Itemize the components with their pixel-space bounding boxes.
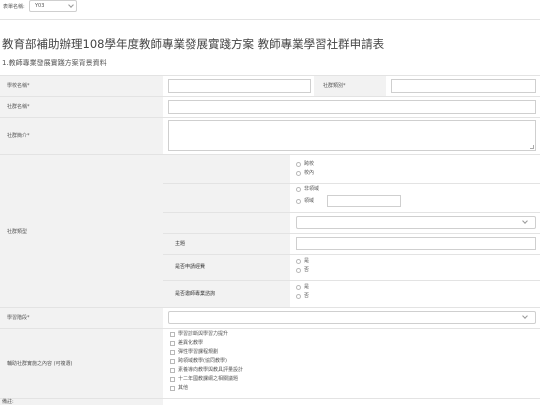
- stage-label: 學習階段*: [7, 315, 30, 321]
- radio-mentor-no[interactable]: [296, 294, 301, 299]
- row-divider: [0, 154, 540, 155]
- checkbox-content-6[interactable]: [170, 377, 175, 382]
- radio-domain-label: 領域: [304, 198, 315, 204]
- radio-funding-yes[interactable]: [296, 259, 301, 264]
- checkbox-content-6-label: 十二年國教課綱之相關議題: [178, 376, 239, 382]
- checkbox-content-4[interactable]: [170, 359, 175, 364]
- checkbox-content-5-label: 素養導向教學與教具評量設計: [178, 367, 244, 373]
- form-name-label: 表單名稱:: [3, 4, 25, 10]
- content-label: 輔助社群實施之內容 (可複選): [7, 361, 73, 367]
- community-category-input[interactable]: [391, 79, 536, 93]
- radio-funding-no[interactable]: [296, 268, 301, 273]
- stage-select[interactable]: [168, 311, 536, 324]
- top-divider: [0, 19, 540, 20]
- community-intro-label: 社群簡介*: [7, 133, 30, 139]
- row-divider: [0, 307, 540, 308]
- community-name-label: 社群名稱*: [7, 104, 30, 110]
- checkbox-content-4-label: 跨領域教學(協同教學): [178, 358, 227, 364]
- checkbox-content-5[interactable]: [170, 368, 175, 373]
- community-type-label: 社群類型: [7, 229, 28, 235]
- row-divider: [163, 233, 540, 234]
- section-title: 1.教師專業發展實踐方案背景資料: [2, 59, 107, 67]
- checkbox-content-7[interactable]: [170, 386, 175, 391]
- page-title: 教育部補助辦理108學年度教師專業發展實踐方案 教師專業學習社群申請表: [2, 37, 385, 51]
- radio-cross-school-label: 跨校: [304, 161, 315, 167]
- checkbox-content-3-label: 彈性學習課程規劃: [178, 349, 219, 355]
- mentor-label: 是否邀師專業諮詢: [175, 291, 216, 297]
- subject-input[interactable]: [296, 237, 536, 250]
- radio-in-school-label: 校內: [304, 170, 315, 176]
- note-label: 備註:: [2, 399, 14, 405]
- row-divider: [0, 117, 540, 118]
- community-name-input[interactable]: [168, 100, 536, 114]
- radio-funding-yes-label: 是: [304, 258, 310, 264]
- school-name-label: 學校名稱*: [7, 83, 30, 89]
- checkbox-content-1-label: 學習診斷與學習力提升: [178, 331, 229, 337]
- form-name-select[interactable]: Y03: [29, 0, 77, 12]
- row-divider: [0, 96, 540, 97]
- radio-mentor-no-label: 否: [304, 293, 310, 299]
- subject-label: 主題: [175, 241, 186, 247]
- chevron-down-icon: [522, 218, 528, 224]
- radio-funding-no-label: 否: [304, 267, 310, 273]
- funding-label: 是否申請經費: [175, 264, 206, 270]
- resize-handle-icon[interactable]: [530, 145, 534, 149]
- type-sublabel-bg: [163, 154, 290, 307]
- row-divider: [0, 75, 540, 76]
- row-divider: [163, 254, 540, 255]
- domain-input[interactable]: [327, 195, 401, 207]
- school-name-input[interactable]: [168, 79, 311, 93]
- radio-cross-school[interactable]: [296, 162, 301, 167]
- row-divider: [163, 280, 540, 281]
- radio-non-domain[interactable]: [296, 187, 301, 192]
- row-divider: [163, 183, 540, 184]
- row-divider: [0, 328, 540, 329]
- form-name-value: Y03: [35, 3, 45, 9]
- radio-domain[interactable]: [296, 199, 301, 204]
- row-divider: [163, 212, 540, 213]
- radio-mentor-yes-label: 是: [304, 284, 310, 290]
- checkbox-content-3[interactable]: [170, 350, 175, 355]
- radio-non-domain-label: 非領域: [304, 186, 320, 192]
- label-column-bg: [0, 75, 163, 405]
- type-select[interactable]: [296, 216, 536, 229]
- radio-in-school[interactable]: [296, 171, 301, 176]
- radio-mentor-yes[interactable]: [296, 285, 301, 290]
- community-category-label: 社群類別*: [323, 83, 346, 89]
- community-intro-textarea[interactable]: [168, 120, 536, 151]
- checkbox-content-7-label: 其他: [178, 385, 189, 391]
- checkbox-content-2-label: 差異化教學: [178, 340, 204, 346]
- checkbox-content-2[interactable]: [170, 341, 175, 346]
- checkbox-content-1[interactable]: [170, 332, 175, 337]
- row-divider: [0, 398, 540, 399]
- chevron-down-icon: [68, 2, 74, 8]
- chevron-down-icon: [522, 313, 528, 319]
